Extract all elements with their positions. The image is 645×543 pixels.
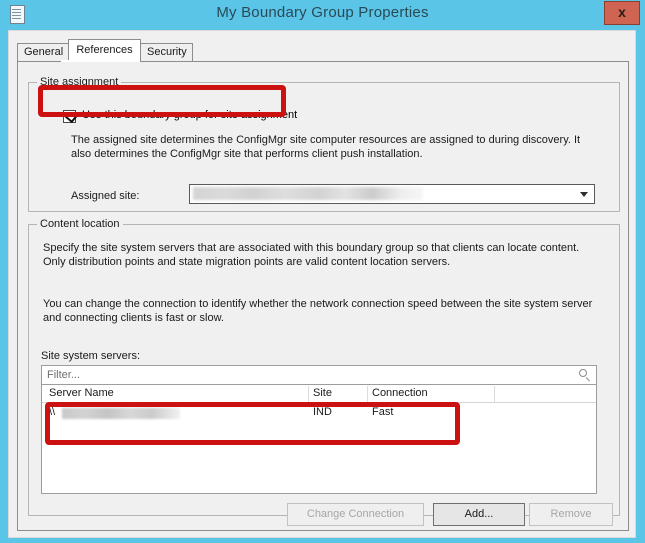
checkbox-box[interactable] [63, 106, 80, 124]
close-icon: x [618, 4, 626, 20]
tab-strip: General References Security [17, 39, 629, 62]
search-icon[interactable] [578, 369, 591, 382]
cell-site: IND [313, 406, 332, 418]
assigned-site-value-redacted [193, 187, 423, 200]
dialog-client-area: General References Security Site assignm… [8, 30, 636, 538]
group-content-location: Content location Specify the site system… [28, 218, 620, 526]
assigned-site-dropdown[interactable] [189, 184, 595, 204]
close-button[interactable]: x [604, 1, 640, 25]
dialog-window: My Boundary Group Properties x General R… [0, 0, 645, 543]
cell-server-name-redacted [62, 408, 180, 419]
column-divider[interactable] [308, 386, 309, 402]
group-caption-site-assignment: Site assignment [37, 76, 122, 88]
chevron-down-icon [580, 192, 588, 197]
cell-server-name: \\ [49, 406, 56, 418]
table-row[interactable]: \\ IND Fast [42, 404, 596, 422]
filter-placeholder: Filter... [47, 369, 81, 381]
site-system-servers-table[interactable]: Server Name Site Connection \\ IND Fast [41, 384, 597, 494]
assigned-site-label: Assigned site: [71, 190, 140, 202]
window-title: My Boundary Group Properties [216, 4, 429, 21]
content-location-paragraph-1: Specify the site system servers that are… [43, 242, 580, 268]
tab-security[interactable]: Security [140, 43, 193, 61]
filter-input[interactable]: Filter... [41, 365, 597, 385]
group-site-assignment: Site assignment Use this boundary group … [28, 76, 620, 212]
group-caption-content-location: Content location [37, 218, 123, 230]
cell-connection: Fast [372, 406, 394, 418]
checkbox-label: Use this boundary group for site assignm… [82, 109, 298, 121]
add-button[interactable]: Add... [433, 503, 525, 526]
column-divider[interactable] [494, 386, 495, 402]
table-header-row: Server Name Site Connection [42, 385, 596, 403]
site-assignment-description: The assigned site determines the ConfigM… [71, 134, 581, 160]
column-header-site[interactable]: Site [313, 387, 332, 399]
tab-join-strip [61, 60, 132, 62]
title-bar: My Boundary Group Properties x [0, 0, 645, 33]
column-header-connection[interactable]: Connection [372, 387, 428, 399]
content-location-paragraph-2: You can change the connection to identif… [43, 298, 593, 324]
tab-references[interactable]: References [68, 39, 141, 62]
site-system-servers-label: Site system servers: [41, 350, 141, 362]
tab-page-references: Site assignment Use this boundary group … [17, 61, 629, 531]
change-connection-button[interactable]: Change Connection [287, 503, 424, 526]
column-divider[interactable] [367, 386, 368, 402]
check-mark-icon [63, 106, 80, 124]
remove-button[interactable]: Remove [529, 503, 613, 526]
tab-general[interactable]: General [17, 43, 69, 61]
column-header-server-name[interactable]: Server Name [49, 387, 114, 399]
